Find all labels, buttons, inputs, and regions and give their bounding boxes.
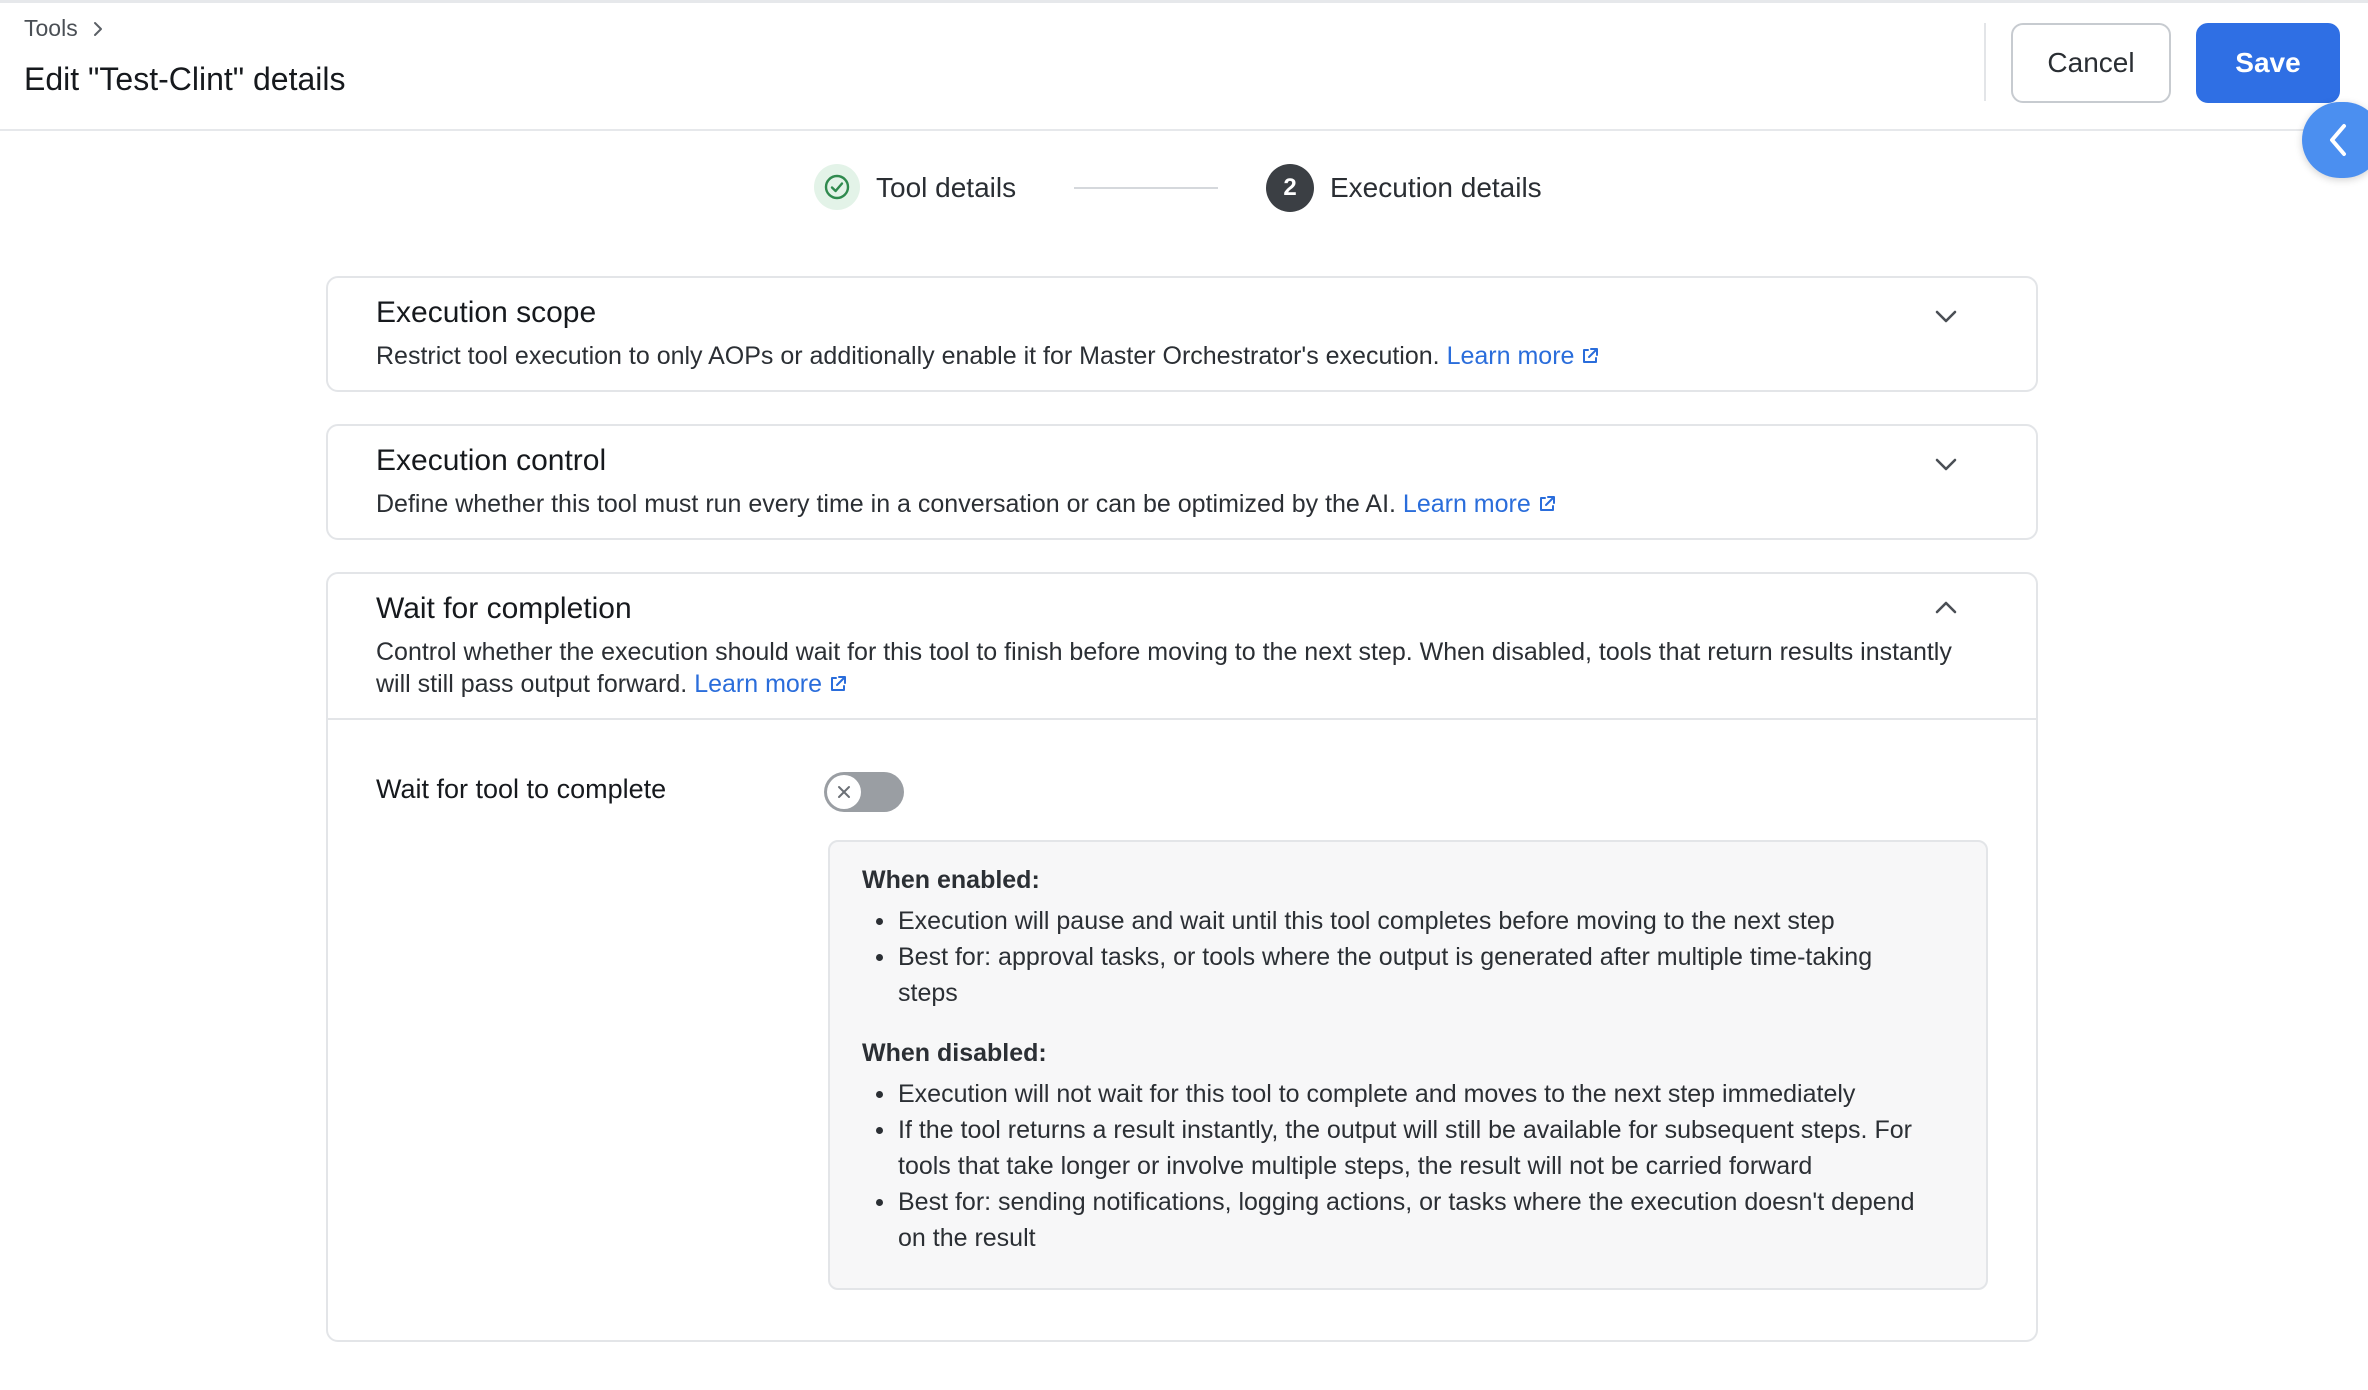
external-link-icon [1539,496,1555,511]
chevron-down-icon[interactable] [1930,448,1962,480]
stepper-connector [1074,187,1218,189]
wait-info-box: When enabled: Execution will pause and w… [828,840,1988,1290]
list-item: Best for: approval tasks, or tools where… [862,939,1954,1011]
section-title[interactable]: Wait for completion [376,592,632,626]
wait-for-tool-toggle[interactable] [824,772,904,812]
step-tool-details[interactable]: Tool details [876,172,1016,204]
step-number-badge: 2 [1266,164,1314,212]
x-icon [838,786,850,798]
learn-more-link[interactable]: Learn more [1403,490,1557,518]
section-description: Control whether the execution should wai… [376,636,1956,700]
toggle-knob [827,775,861,809]
chevron-right-icon [93,21,102,36]
wait-for-completion-section: Wait for completion Control whether the … [326,572,2038,1342]
execution-scope-section[interactable]: Execution scope Restrict tool execution … [326,276,2038,392]
when-disabled-heading: When disabled: [862,1039,1047,1067]
section-description-text: Define whether this tool must run every … [376,490,1396,518]
list-item: Execution will not wait for this tool to… [862,1076,1954,1112]
chevron-up-icon[interactable] [1930,592,1962,624]
learn-more-label: Learn more [1402,490,1531,518]
list-item: Execution will pause and wait until this… [862,903,1954,939]
external-link-icon [831,676,847,691]
section-description-text: Restrict tool execution to only AOPs or … [376,342,1440,370]
section-title: Execution scope [376,296,597,329]
section-title: Execution control [376,444,607,477]
learn-more-label: Learn more [694,670,823,698]
breadcrumb-tools-link[interactable]: Tools [24,15,78,42]
edit-tool-page: Tools Edit "Test-Clint" details Cancel S… [0,0,2368,1390]
header-divider [1984,23,1986,101]
wait-for-tool-label: Wait for tool to complete [376,774,667,804]
list-item: If the tool returns a result instantly, … [862,1112,1954,1184]
page-title: Edit "Test-Clint" details [24,61,346,97]
section-description: Define whether this tool must run every … [376,488,1936,520]
learn-more-label: Learn more [1446,342,1575,370]
cancel-button[interactable]: Cancel [2011,23,2171,103]
section-description-text: Control whether the execution should wai… [376,638,1952,698]
chevron-down-icon[interactable] [1930,300,1962,332]
list-item: Best for: sending notifications, logging… [862,1184,1954,1256]
page-header: Tools Edit "Test-Clint" details Cancel S… [0,0,2368,131]
save-button[interactable]: Save [2196,23,2340,103]
learn-more-link[interactable]: Learn more [1447,342,1601,370]
breadcrumb: Tools [24,15,108,42]
when-enabled-heading: When enabled: [862,866,1040,894]
section-description: Restrict tool execution to only AOPs or … [376,340,1936,372]
stepper: Tool details 2 Execution details [0,158,2368,218]
chevron-left-icon [2330,124,2346,156]
learn-more-link[interactable]: Learn more [694,670,848,698]
external-link-icon [1583,348,1599,363]
step-completed-badge [814,164,860,210]
execution-control-section[interactable]: Execution control Define whether this to… [326,424,2038,540]
section-divider [328,718,2036,720]
when-enabled-list: Execution will pause and wait until this… [862,903,1954,1011]
when-disabled-list: Execution will not wait for this tool to… [862,1076,1954,1256]
step-execution-details[interactable]: Execution details [1330,172,1542,204]
check-circle-icon [824,174,850,200]
